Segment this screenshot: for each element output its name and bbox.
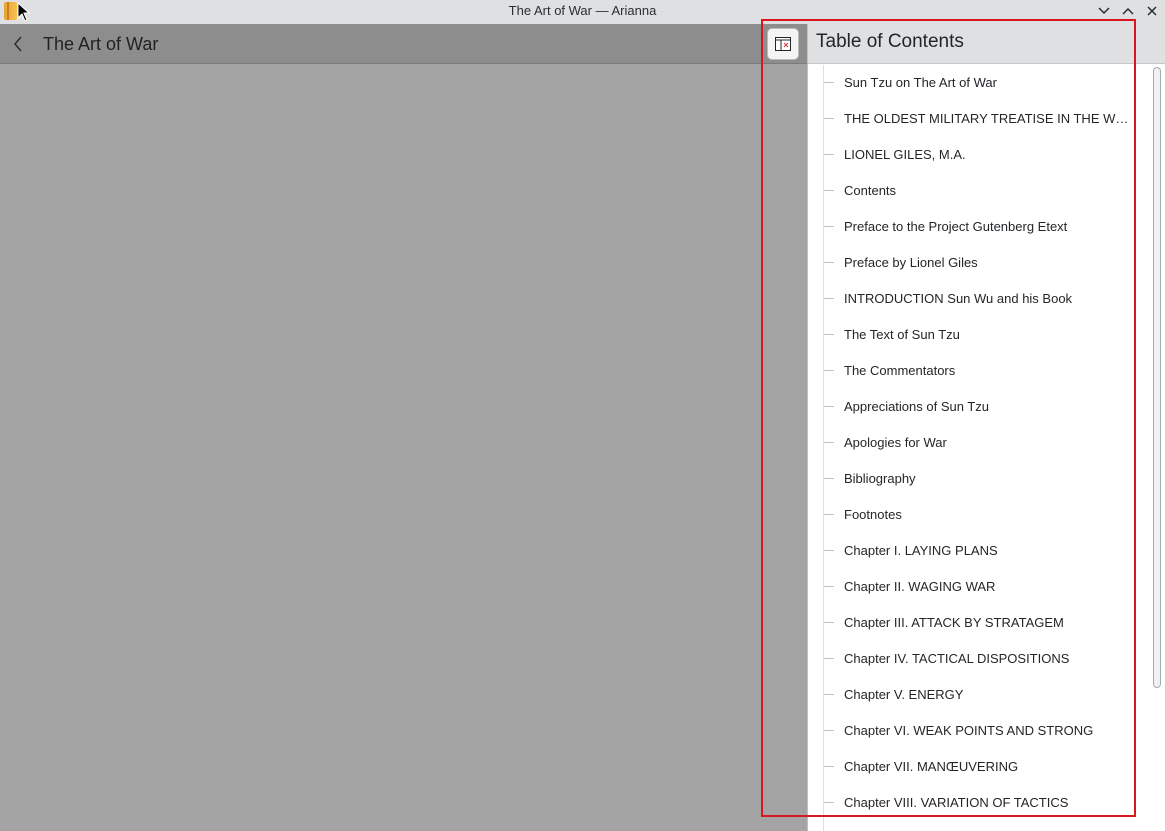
toc-item-label: Chapter I. LAYING PLANS (844, 543, 998, 558)
toc-item[interactable]: The Text of Sun Tzu (808, 317, 1148, 353)
toc-item[interactable]: Bibliography (808, 461, 1148, 497)
toc-item[interactable]: Apologies for War (808, 425, 1148, 461)
tree-branch (824, 262, 834, 263)
page-header: The Art of War (0, 24, 807, 64)
tree-branch (824, 370, 834, 371)
chevron-left-icon (14, 36, 22, 52)
toc-item-label: Chapter VI. WEAK POINTS AND STRONG (844, 723, 1094, 738)
close-icon (1147, 6, 1157, 16)
tree-branch (824, 586, 834, 587)
toc-item[interactable]: Chapter V. ENERGY (808, 677, 1148, 713)
chevron-down-icon (1098, 7, 1110, 14)
toc-item-label: Apologies for War (844, 435, 947, 450)
tree-branch (824, 118, 834, 119)
tree-branch (824, 730, 834, 731)
close-window-button[interactable] (1142, 2, 1162, 20)
toc-item[interactable]: Appreciations of Sun Tzu (808, 389, 1148, 425)
tree-branch (824, 658, 834, 659)
toc-item[interactable]: Chapter VIII. VARIATION OF TACTICS (808, 785, 1148, 821)
toc-item[interactable]: Contents (808, 173, 1148, 209)
toc-item[interactable]: Preface to the Project Gutenberg Etext (808, 209, 1148, 245)
book-reader-area[interactable] (0, 65, 807, 831)
toc-item-label: Preface by Lionel Giles (844, 255, 978, 270)
toc-item-label: LIONEL GILES, M.A. (844, 147, 966, 162)
minimize-button[interactable] (1094, 2, 1114, 20)
tree-branch (824, 406, 834, 407)
toc-item-label: Chapter II. WAGING WAR (844, 579, 996, 594)
toc-item[interactable]: The Commentators (808, 353, 1148, 389)
tree-branch (824, 622, 834, 623)
toc-item[interactable]: Chapter III. ATTACK BY STRATAGEM (808, 605, 1148, 641)
tree-branch (824, 802, 834, 803)
tree-branch (824, 226, 834, 227)
toc-title: Table of Contents (816, 31, 964, 52)
window-title: The Art of War — Arianna (508, 3, 657, 18)
chevron-up-icon (1122, 8, 1134, 15)
toc-item-label: Contents (844, 183, 897, 198)
toc-item-label: Sun Tzu on The Art of War (844, 75, 997, 90)
toc-item-label: Bibliography (844, 471, 916, 486)
tree-branch (824, 154, 834, 155)
window-titlebar: The Art of War — Arianna (0, 0, 1165, 24)
toc-item-label: Chapter VII. MANŒUVERING (844, 759, 1019, 774)
toc-item[interactable]: Chapter IV. TACTICAL DISPOSITIONS (808, 641, 1148, 677)
tree-branch (824, 298, 834, 299)
toc-item-label: Chapter III. ATTACK BY STRATAGEM (844, 615, 1064, 630)
toc-item-label: Preface to the Project Gutenberg Etext (844, 219, 1068, 234)
toc-item[interactable]: INTRODUCTION Sun Wu and his Book (808, 281, 1148, 317)
tree-branch (824, 550, 834, 551)
tree-branch (824, 190, 834, 191)
tree-branch (824, 514, 834, 515)
tree-branch (824, 694, 834, 695)
toc-drawer: Table of Contents Sun Tzu on The Art of … (807, 24, 1165, 831)
maximize-button[interactable] (1118, 2, 1138, 20)
tree-branch (824, 766, 834, 767)
toc-item[interactable]: THE OLDEST MILITARY TREATISE IN THE WOR.… (808, 101, 1148, 137)
toc-item[interactable]: Chapter I. LAYING PLANS (808, 533, 1148, 569)
toc-item-label: Chapter V. ENERGY (844, 687, 964, 702)
toc-item-label: Chapter IV. TACTICAL DISPOSITIONS (844, 651, 1070, 666)
toc-item[interactable]: Chapter II. WAGING WAR (808, 569, 1148, 605)
toc-item-label: Footnotes (844, 507, 902, 522)
page-title: The Art of War (43, 34, 159, 54)
toc-item[interactable]: LIONEL GILES, M.A. (808, 137, 1148, 173)
toc-item[interactable]: Chapter VI. WEAK POINTS AND STRONG (808, 713, 1148, 749)
toc-list: Sun Tzu on The Art of War THE OLDEST MIL… (808, 65, 1148, 831)
toc-item-label: INTRODUCTION Sun Wu and his Book (844, 291, 1073, 306)
toc-item-label: THE OLDEST MILITARY TREATISE IN THE WOR.… (844, 111, 1130, 126)
toc-item[interactable]: Preface by Lionel Giles (808, 245, 1148, 281)
toc-drawer-header: Table of Contents (808, 24, 1165, 64)
toc-item-label: The Commentators (844, 363, 956, 378)
close-toc-button[interactable] (767, 28, 799, 60)
toc-item[interactable]: Footnotes (808, 497, 1148, 533)
toc-item[interactable]: Sun Tzu on The Art of War (808, 65, 1148, 101)
toc-item-label: The Text of Sun Tzu (844, 327, 960, 342)
tree-branch (824, 442, 834, 443)
sidebar-close-icon (775, 37, 791, 51)
toc-item-label: Appreciations of Sun Tzu (844, 399, 990, 414)
toc-item[interactable]: Chapter VII. MANŒUVERING (808, 749, 1148, 785)
toc-item-label: Chapter VIII. VARIATION OF TACTICS (844, 795, 1069, 810)
tree-branch (824, 334, 834, 335)
toc-scrollbar-thumb[interactable] (1153, 67, 1161, 688)
tree-branch (824, 478, 834, 479)
back-button[interactable] (8, 34, 28, 54)
tree-branch (824, 82, 834, 83)
